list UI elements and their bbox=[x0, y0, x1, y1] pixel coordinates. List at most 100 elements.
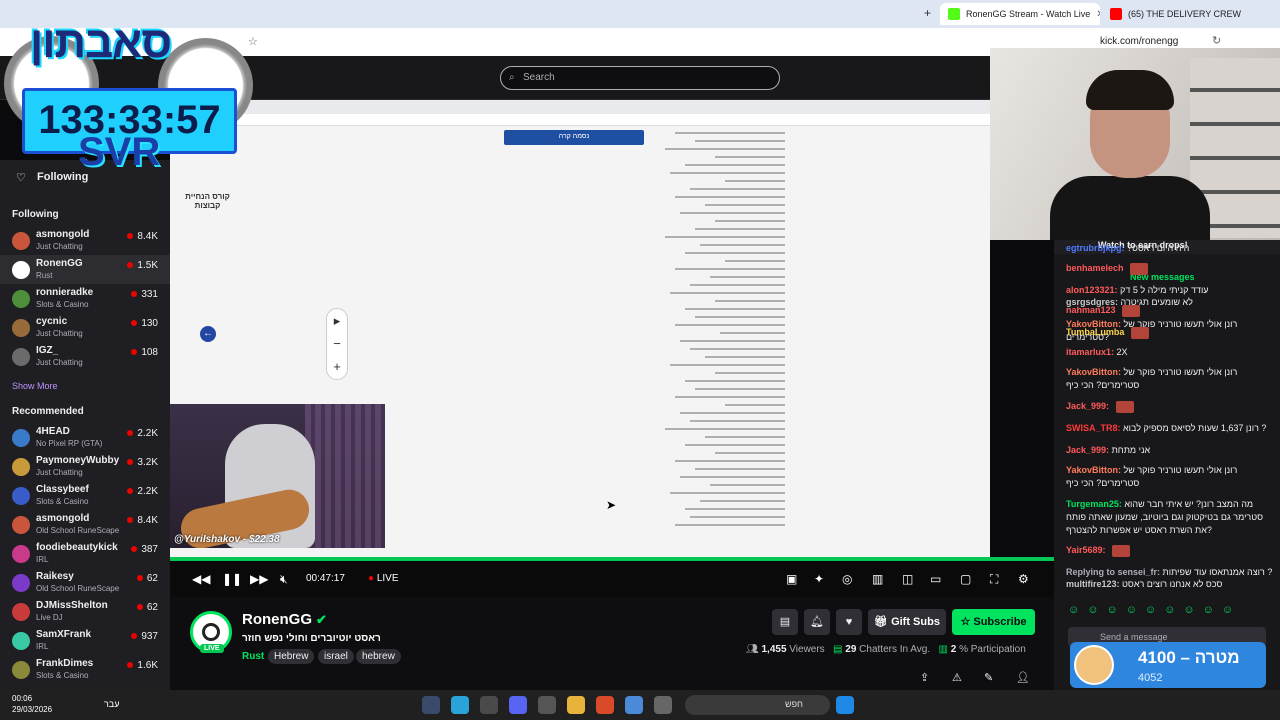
tab-ronengg[interactable]: RonenGG Stream - Watch Live ✕ bbox=[940, 3, 1100, 25]
reload-icon[interactable]: ↻ bbox=[1212, 34, 1221, 47]
overlay-tag: SVR bbox=[78, 130, 161, 174]
steam-icon[interactable] bbox=[422, 696, 440, 714]
chat-username[interactable]: SWISA_TR8: bbox=[1066, 423, 1121, 433]
sidebar-channel[interactable]: asmongold Old School RuneScape 8.4K bbox=[0, 510, 170, 539]
chat-username[interactable]: Jack_999: bbox=[1066, 401, 1109, 411]
live-dot-icon bbox=[131, 633, 138, 639]
edit-icon[interactable]: ✎ bbox=[984, 671, 993, 684]
chat-username[interactable]: alon123321: bbox=[1066, 285, 1118, 295]
channel-avatar bbox=[12, 348, 30, 366]
tag-pill[interactable]: Hebrew bbox=[268, 649, 315, 664]
theater-icon[interactable]: ▭ bbox=[930, 572, 941, 586]
gift-subs-button[interactable]: 🎁︎ Gift Subs bbox=[868, 609, 946, 635]
speed-icon[interactable]: ◎ bbox=[842, 572, 852, 586]
telegram-icon[interactable] bbox=[451, 696, 469, 714]
chat-username[interactable]: Yair5689: bbox=[1066, 545, 1106, 555]
recommended-section-title: Recommended bbox=[12, 406, 84, 417]
settings-gear-icon[interactable]: ⚙ bbox=[1018, 572, 1029, 586]
language-indicator[interactable]: עבר bbox=[104, 699, 119, 709]
rewind-icon[interactable]: ◀◀ bbox=[192, 572, 210, 586]
chat-message[interactable]: YakovBitton: רונן אולי תעשו טורניר פוקר … bbox=[1066, 366, 1274, 392]
game-link[interactable]: Rust bbox=[242, 651, 264, 662]
sidebar-channel[interactable]: foodiebeautykick IRL 387 bbox=[0, 539, 170, 568]
chat-username[interactable]: multifire123: bbox=[1066, 579, 1120, 589]
show-more-link[interactable]: Show More bbox=[12, 381, 58, 391]
stats-icon[interactable]: ▥ bbox=[872, 572, 883, 586]
subscribe-button[interactable]: ☆ Subscribe bbox=[952, 609, 1035, 635]
fullscreen-icon[interactable]: ⛶ bbox=[990, 572, 998, 587]
chat-message[interactable]: TumbaLumba bbox=[1066, 326, 1274, 339]
sidebar-channel[interactable]: FrankDimes Slots & Casino 1.6K bbox=[0, 655, 170, 684]
app-icon[interactable] bbox=[480, 696, 498, 714]
emote-bar[interactable]: ☺☺☺☺☺☺☺☺☺ bbox=[1068, 604, 1241, 616]
clip-icon[interactable]: ▣ bbox=[786, 572, 797, 586]
user-icon[interactable]: 👤︎ bbox=[1016, 671, 1030, 684]
chat-message[interactable]: Yair5689: bbox=[1066, 544, 1274, 557]
heart-icon[interactable]: ♥ bbox=[836, 609, 862, 635]
viewer-count: 331 bbox=[131, 289, 158, 300]
sidebar-channel[interactable]: Raikesy Old School RuneScape 62 bbox=[0, 568, 170, 597]
search-input[interactable]: ⌕ Search bbox=[500, 66, 780, 90]
tag-pill[interactable]: israel bbox=[318, 649, 354, 664]
channel-avatar bbox=[12, 429, 30, 447]
live-dot-icon bbox=[127, 662, 134, 668]
chat-username[interactable]: Jack_999: bbox=[1066, 445, 1109, 455]
chat-message[interactable]: itamarlux1: 2X bbox=[1066, 346, 1274, 359]
discord-icon[interactable] bbox=[509, 696, 527, 714]
new-tab-icon[interactable]: + bbox=[924, 6, 931, 20]
chat-username[interactable]: Turgeman25: bbox=[1066, 499, 1122, 509]
tab-delivery-crew[interactable]: (65) THE DELIVERY CREW bbox=[1102, 3, 1252, 25]
chat-username[interactable]: Replying to sensei_fr: bbox=[1066, 567, 1160, 577]
sidebar-channel[interactable]: asmongold Just Chatting 8.4K bbox=[0, 226, 170, 255]
kick-favicon-icon bbox=[948, 8, 960, 20]
sidebar-channel[interactable]: ronnieradke Slots & Casino 331 bbox=[0, 284, 170, 313]
sidebar-channel[interactable]: RonenGG Rust 1.5K bbox=[0, 255, 170, 284]
chat-message[interactable]: egtrubrbjkpg: ?היה היום ראסט bbox=[1066, 242, 1274, 255]
close-icon[interactable]: ✕ bbox=[1096, 9, 1100, 20]
chat-message[interactable]: benhamelech bbox=[1066, 262, 1274, 275]
media-player-icon[interactable] bbox=[538, 696, 556, 714]
chat-username[interactable]: itamarlux1: bbox=[1066, 347, 1114, 357]
channel-name: FrankDimes bbox=[36, 658, 94, 669]
pause-icon[interactable]: ❚❚ bbox=[222, 572, 242, 586]
tag-pill[interactable]: hebrew bbox=[356, 649, 401, 664]
chat-username[interactable]: egtrubrbjkpg: bbox=[1066, 243, 1125, 253]
chat-username[interactable]: nahman123 bbox=[1066, 305, 1116, 315]
forward-icon[interactable]: ▶▶ bbox=[250, 572, 268, 586]
mute-icon[interactable]: 🔇︎ bbox=[280, 572, 288, 587]
taskbar-search[interactable]: חפש bbox=[685, 695, 830, 715]
channel-name[interactable]: RonenGG ✔ bbox=[242, 611, 327, 628]
chat-username[interactable]: benhamelech bbox=[1066, 263, 1124, 273]
viewer-count-value: 1.5K bbox=[137, 260, 158, 271]
chat-message[interactable]: SWISA_TR8: רונן 1,637 שעות לסיאס מספיק ל… bbox=[1066, 422, 1274, 435]
window-icon[interactable]: ▢ bbox=[960, 572, 971, 586]
chat-message[interactable]: Jack_999: bbox=[1066, 400, 1274, 413]
app-icon[interactable] bbox=[596, 696, 614, 714]
chat-username[interactable]: TumbaLumba bbox=[1066, 327, 1124, 337]
chat-popout-icon[interactable]: ▤ bbox=[772, 609, 798, 635]
chat-username[interactable]: YakovBitton: bbox=[1066, 465, 1121, 475]
chat-message[interactable]: nahman123 bbox=[1066, 304, 1274, 317]
chat-username[interactable]: YakovBitton: bbox=[1066, 367, 1121, 377]
sidebar-channel[interactable]: 4HEAD No Pixel RP (GTA) 2.2K bbox=[0, 423, 170, 452]
warning-icon[interactable]: ⚠ bbox=[952, 671, 962, 684]
chrome-icon[interactable] bbox=[625, 696, 643, 714]
sparkle-icon[interactable]: ✦ bbox=[814, 572, 824, 586]
chat-message[interactable]: Turgeman25: מה המצב רונן? יש איתי חבר שה… bbox=[1066, 498, 1274, 537]
windows-start-icon[interactable] bbox=[836, 696, 854, 714]
sidebar-channel[interactable]: PaymoneyWubby Just Chatting 3.2K bbox=[0, 452, 170, 481]
sidebar-channel[interactable]: DJMissShelton Live DJ 62 bbox=[0, 597, 170, 626]
sidebar-channel[interactable]: SamXFrank IRL 937 bbox=[0, 626, 170, 655]
chat-message[interactable]: YakovBitton: רונן אולי תעשו טורניר פוקר … bbox=[1066, 464, 1274, 490]
sidebar-channel[interactable]: IGZ_ Just Chatting 108 bbox=[0, 342, 170, 371]
share-icon[interactable]: ⇪ bbox=[920, 671, 929, 684]
pip-icon[interactable]: ◫ bbox=[902, 572, 913, 586]
chat-message[interactable]: Jack_999: אני מתחת bbox=[1066, 444, 1274, 457]
sidebar-channel[interactable]: Classybeef Slots & Casino 2.2K bbox=[0, 481, 170, 510]
app-icon[interactable] bbox=[654, 696, 672, 714]
sidebar-channel[interactable]: cycnic Just Chatting 130 bbox=[0, 313, 170, 342]
bell-icon[interactable]: 🔔︎ bbox=[804, 609, 830, 635]
chat-message[interactable]: multifire123: סכס לא אנחנו רוצים ראסט bbox=[1066, 578, 1274, 591]
video-player[interactable]: קורס הנחיית קבוצות נסמה קרה ▸ − + ← @Yur… bbox=[170, 100, 990, 560]
folder-icon[interactable] bbox=[567, 696, 585, 714]
